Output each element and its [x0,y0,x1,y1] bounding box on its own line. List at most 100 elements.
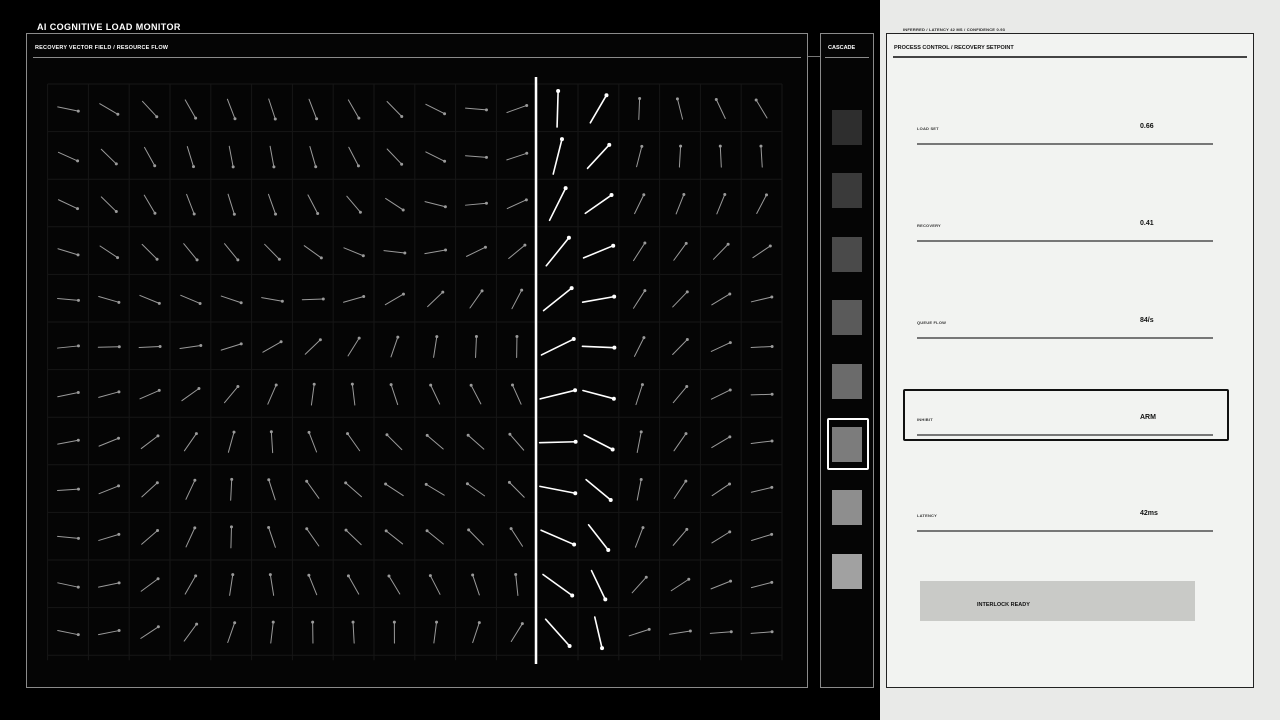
param-slider-track[interactable] [917,530,1213,532]
flow-vector [384,293,404,306]
cascade-panel: CASCADE [820,33,874,688]
flow-vector [270,431,274,454]
cascade-level-block[interactable] [832,173,862,209]
flow-vector [750,345,773,349]
interlock-button[interactable]: INTERLOCK READY [920,581,1195,621]
flow-vector [180,294,201,304]
param-load-set[interactable]: LOAD SET 0.66 [917,123,1213,156]
vector-head [600,646,605,651]
flow-vector [515,574,519,596]
vector-head [643,241,647,245]
vector-head [640,383,644,387]
param-slider-track[interactable] [917,240,1213,242]
vector-head [358,210,362,214]
vector-head [729,630,733,634]
vector-head [346,432,350,436]
flow-vector [348,146,359,167]
flow-vector [673,433,687,452]
vector-head [230,477,234,481]
flow-vector [308,574,318,596]
vector-head [770,344,774,348]
flow-vector [542,287,573,312]
cascade-level-block[interactable] [832,363,862,399]
vector-head [271,620,275,624]
vector-head [443,205,447,209]
flow-vector [267,193,277,215]
cascade-level-block[interactable] [832,553,862,589]
flow-vector [678,145,682,168]
panel-connector [808,56,820,57]
cascade-level-block[interactable] [832,236,862,272]
flow-vector [386,100,403,118]
flow-vector [750,296,773,303]
vector-head [642,193,646,197]
vector-head [76,536,80,540]
flow-vector [506,104,528,114]
flow-vector [224,243,239,261]
param-inhibit[interactable]: INHIBIT ARM [917,414,1213,447]
vector-head [193,478,197,482]
flow-vector [475,336,477,358]
cascade-level-block[interactable] [832,110,862,145]
flow-vector [139,294,160,304]
flow-vector [185,527,196,548]
vector-head [117,300,121,304]
vector-head [523,243,527,247]
flow-vector [470,384,482,405]
flow-vector [672,291,688,308]
flow-vector [98,391,120,398]
flow-vector [229,574,234,596]
vector-head [155,257,159,261]
flow-vector [430,384,441,405]
vector-head [609,193,614,198]
vector-head [231,165,235,169]
flow-vector [539,485,577,495]
flow-vector [670,578,690,592]
vector-head [156,577,160,581]
vector-head [157,388,161,392]
flow-vector [267,384,277,405]
vector-head [156,434,160,438]
param-slider-track[interactable] [917,143,1213,145]
vector-head [400,162,404,166]
vector-head [604,93,609,98]
flow-vector [424,249,447,255]
param-queue-flow[interactable]: QUEUE FLOW 84/s [917,317,1213,350]
vector-head [387,574,391,578]
param-slider-track[interactable] [917,337,1213,339]
vector-head [425,529,429,533]
vector-head [525,103,529,107]
vector-head [305,479,309,483]
flow-vector [268,479,276,501]
vector-head [344,481,348,485]
flow-vector [57,391,79,398]
flow-vector [138,346,161,348]
cascade-level-block[interactable] [832,490,862,526]
flow-vector [712,243,729,260]
vector-field-plot[interactable] [27,34,809,689]
flow-vector [433,336,438,358]
param-latency[interactable]: LATENCY 42ms [917,510,1213,543]
vector-head [197,386,201,390]
vector-head [483,245,487,249]
vector-head [239,301,243,305]
vector-head [117,629,121,633]
vector-head [403,251,407,255]
flow-vector [556,90,559,128]
vector-head [611,396,616,401]
process-control-panel: PROCESS CONTROL / RECOVERY SETPOINT LOAD… [886,33,1254,688]
vector-head [117,436,121,440]
param-slider-track[interactable] [917,434,1213,436]
flow-vector [709,631,732,634]
vector-head [573,439,578,444]
vector-head [728,292,732,296]
vector-head [305,527,309,531]
vector-head [192,212,196,216]
param-value: 0.66 [1140,123,1154,130]
flow-vector [509,433,525,451]
vector-head [385,433,389,437]
param-recovery[interactable]: RECOVERY 0.41 [917,220,1213,253]
flow-vector [227,193,235,215]
cascade-level-block[interactable] [832,300,862,336]
cascade-selection-frame [827,418,869,470]
